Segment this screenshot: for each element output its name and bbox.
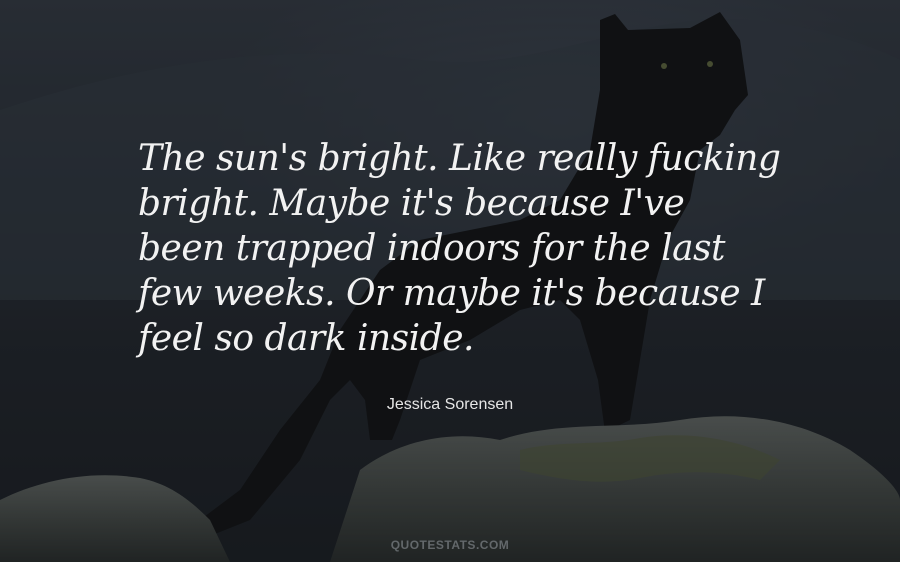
site-watermark: QUOTESTATS.COM xyxy=(390,538,510,552)
quote-image: The sun's bright. Like really fucking br… xyxy=(0,0,900,562)
quote-line: bright. Maybe it's because I've xyxy=(138,183,685,224)
quote-text: The sun's bright. Like really fucking br… xyxy=(138,136,798,361)
quote-line: few weeks. Or maybe it's because I xyxy=(138,273,765,314)
quote-line: feel so dark inside. xyxy=(138,318,474,359)
quote-line: The sun's bright. Like really fucking xyxy=(138,138,781,179)
quote-author: Jessica Sorensen xyxy=(386,396,514,413)
quote-line: been trapped indoors for the last xyxy=(138,228,726,269)
